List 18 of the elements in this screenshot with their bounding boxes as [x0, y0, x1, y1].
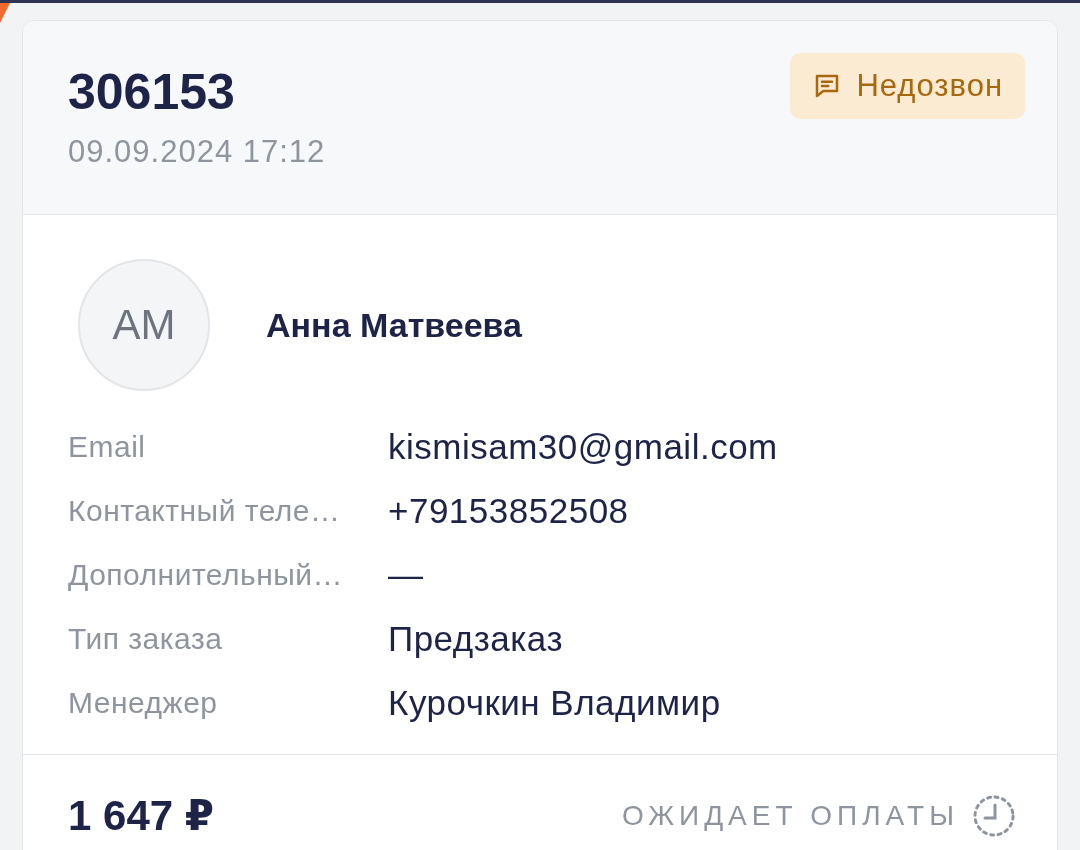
status-badge: Недозвон — [790, 53, 1025, 119]
field-label: Дополнительный… — [68, 557, 345, 593]
field-label: Тип заказа — [68, 621, 224, 657]
field-value: Предзаказ — [388, 618, 564, 660]
field-value: +79153852508 — [388, 490, 630, 532]
field-value: kismisam30@gmail.com — [388, 426, 779, 468]
payment-status: ОЖИДАЕТ ОПЛАТЫ — [622, 799, 959, 832]
corner-shape — [0, 3, 10, 23]
field-value: Курочкин Владимир — [388, 682, 722, 724]
order-date: 09.09.2024 17:12 — [68, 134, 326, 170]
order-number: 306153 — [68, 65, 236, 120]
field-label: Менеджер — [68, 685, 219, 721]
order-total: 1 647 ₽ — [68, 791, 214, 840]
customer-name: Анна Матвеева — [266, 305, 522, 345]
field-value: — — [388, 554, 425, 596]
field-label: Email — [68, 429, 147, 465]
avatar: АМ — [78, 259, 210, 391]
field-label: Контактный теле… — [68, 493, 342, 529]
